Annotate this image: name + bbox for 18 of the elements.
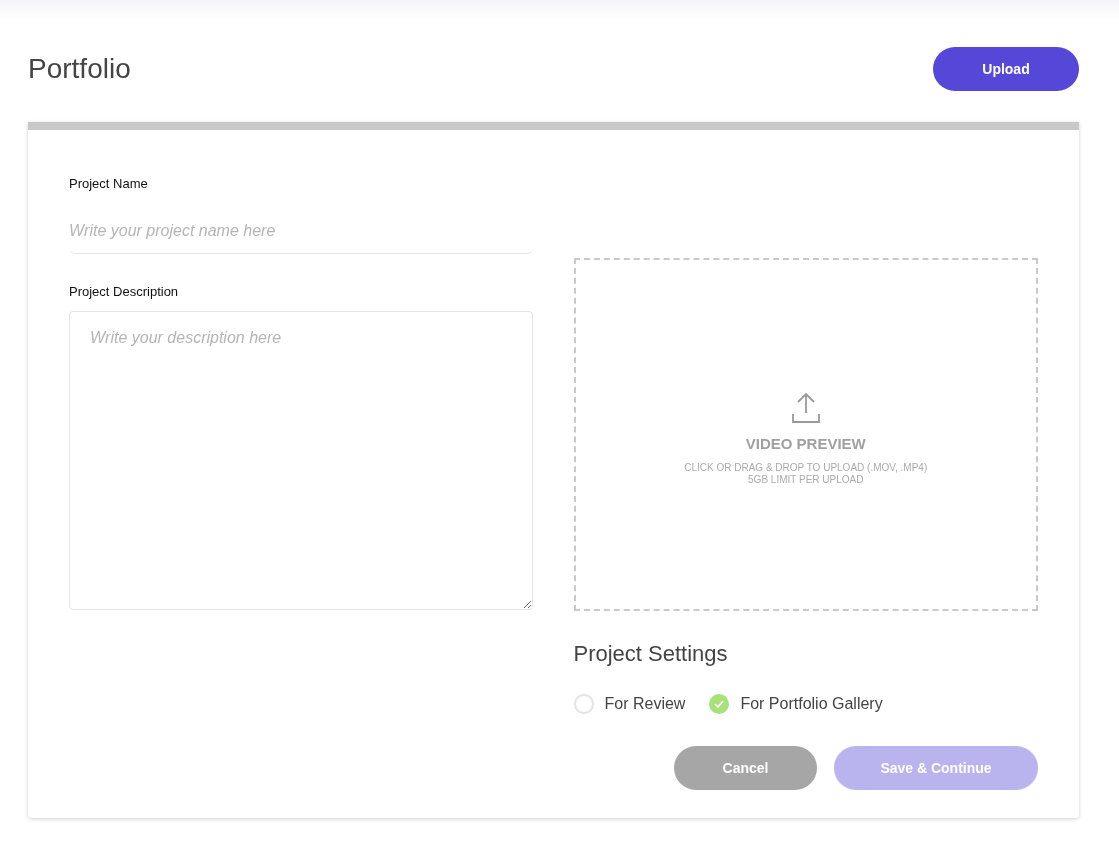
upload-hint: CLICK OR DRAG & DROP TO UPLOAD (.MOV, .MP4) [684, 461, 928, 474]
textarea-field[interactable]: Write your description here [69, 311, 533, 610]
radio-label: For Review [604, 694, 686, 714]
page-title: Portfolio [28, 52, 131, 86]
input-field[interactable]: Write your project name here [69, 209, 533, 254]
radio-label: For Portfolio Gallery [740, 694, 883, 714]
field-label: Project Name [69, 175, 149, 193]
upload-button[interactable]: Upload [933, 47, 1079, 91]
upload-hint: 5GB LIMIT PER UPLOAD [748, 473, 864, 486]
radio-button[interactable] [573, 694, 594, 714]
video-dropzone[interactable]: VIDEO PREVIEW CLICK OR DRAG & DROP TO UPLOAD (.MOV, .MP4) 5GB LIMIT PER UPLOAD [573, 258, 1038, 611]
field-label: Project Description [69, 282, 180, 301]
check-icon [714, 700, 725, 708]
cancel-button[interactable]: Cancel [674, 746, 817, 790]
section-title: Project Settings [573, 640, 729, 668]
upload-icon [791, 393, 820, 424]
radio-button[interactable] [709, 694, 730, 714]
dropzone-title: VIDEO PREVIEW [745, 434, 866, 455]
